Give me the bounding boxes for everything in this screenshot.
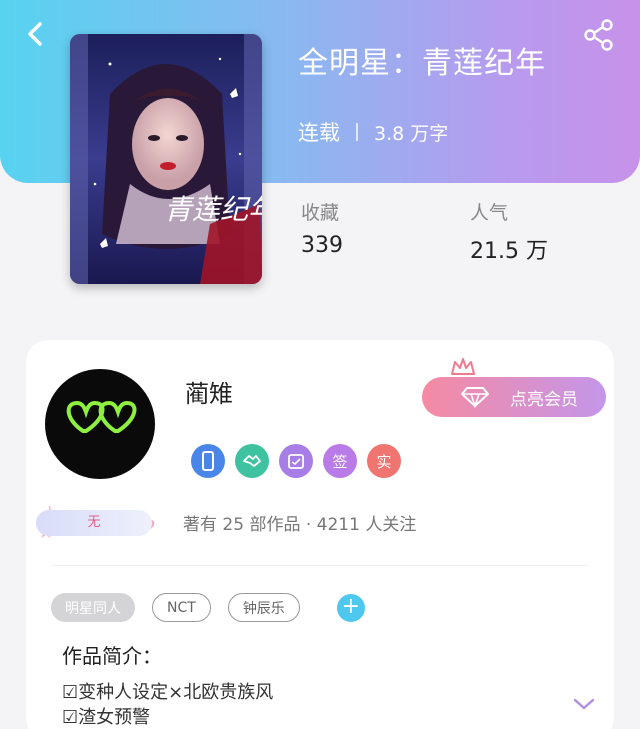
author-level-label: 无	[36, 510, 152, 536]
status-divider	[356, 123, 358, 141]
share-icon	[584, 19, 613, 51]
author-stats: 著有 25 部作品 · 4211 人关注	[183, 515, 417, 535]
author-level-badge: 无	[36, 504, 160, 540]
tag-list: 明星同人 NCT 钟辰乐 +	[51, 593, 365, 622]
add-tag-button[interactable]: +	[336, 593, 365, 622]
section-divider	[52, 565, 588, 566]
intro-line: ☑变种人设定×北欧贵族风	[62, 682, 274, 703]
chevron-left-icon	[28, 22, 42, 46]
book-title: 全明星：青莲纪年	[298, 46, 546, 81]
favorites-stat: 收藏 339	[301, 198, 343, 258]
tag-chip[interactable]: NCT	[152, 593, 211, 622]
word-count: 3.8 万字	[374, 122, 449, 145]
popularity-label: 人气	[470, 202, 509, 224]
popularity-stat: 人气 21.5 万	[470, 198, 548, 265]
plus-icon: +	[341, 593, 361, 619]
popularity-value: 21.5 万	[470, 239, 548, 264]
calendar-icon[interactable]	[279, 444, 313, 478]
favorites-label: 收藏	[301, 202, 340, 224]
author-badges: 签 实	[191, 444, 401, 478]
light-up-vip-button[interactable]: 点亮会员	[422, 377, 606, 417]
book-status-row: 连载 3.8 万字	[298, 117, 448, 147]
intro-title: 作品简介：	[62, 644, 162, 668]
cover-title-text: 青莲纪年	[164, 193, 262, 226]
phone-icon[interactable]	[191, 444, 225, 478]
favorites-value: 339	[301, 233, 343, 258]
vip-button-label: 点亮会员	[510, 389, 578, 410]
verified-icon[interactable]: 实	[367, 444, 401, 478]
intro-line: ☑渣女预警	[62, 707, 151, 728]
handshake-icon[interactable]	[235, 444, 269, 478]
heart-glasses-icon	[66, 400, 137, 433]
diamond-icon	[461, 387, 489, 408]
crown-icon	[451, 358, 475, 375]
back-button[interactable]	[20, 18, 52, 50]
expand-chevron-down-icon[interactable]	[572, 696, 596, 712]
serial-status: 连载	[298, 121, 340, 145]
sign-icon[interactable]: 签	[323, 444, 357, 478]
tag-chip[interactable]: 钟辰乐	[227, 593, 300, 622]
avatar[interactable]	[45, 369, 155, 479]
author-name[interactable]: 蔺雉	[185, 374, 233, 409]
book-cover-art: 青莲纪年	[70, 34, 262, 284]
book-cover[interactable]: 青莲纪年	[70, 34, 262, 284]
tag-chip[interactable]: 明星同人	[51, 593, 135, 622]
share-button[interactable]	[582, 18, 616, 52]
